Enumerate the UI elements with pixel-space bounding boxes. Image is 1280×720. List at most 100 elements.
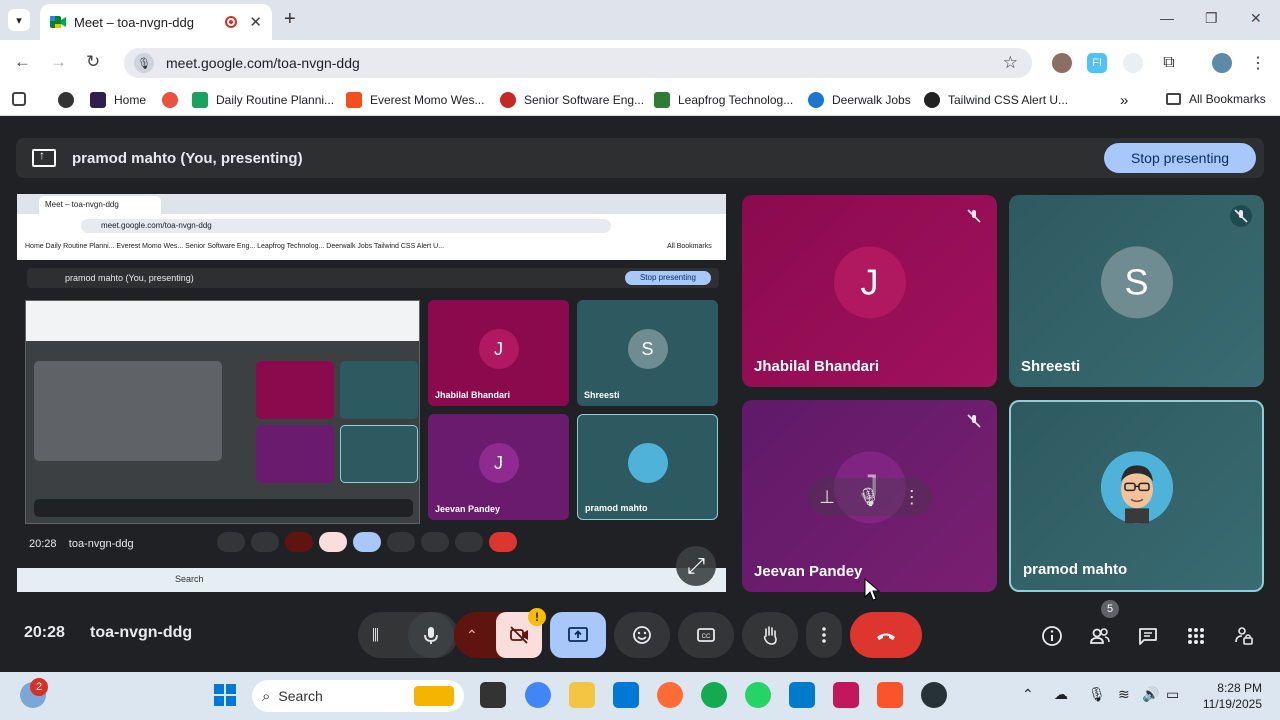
participant-tile-pramod[interactable]: pramod mahto [1009,400,1264,592]
audio-settings-icon[interactable]: ⫼ [372,627,379,644]
screen-recorder-icon[interactable] [833,682,859,708]
all-bookmarks-label: All Bookmarks [1189,92,1266,106]
shared-tile-pramod: pramod mahto [577,414,718,520]
bookmark-everest-momo[interactable]: Everest Momo Wes... [346,92,484,108]
host-controls-button[interactable] [1228,620,1260,652]
globe-icon[interactable] [58,92,82,108]
shared-tile-avatar: J [478,443,519,483]
present-screen-icon [568,627,588,642]
close-window-icon[interactable]: ✕ [1250,10,1262,27]
file-explorer-icon[interactable] [569,682,595,708]
audio-control-group: ⫼ [358,612,458,658]
bookmark-senior-software[interactable]: Senior Software Eng... [500,92,644,108]
apps-grid-icon [1188,628,1204,644]
outlook-icon[interactable] [613,682,639,708]
bookmark-star-icon[interactable]: ☆ [1003,53,1018,73]
bookmark-label: Home [114,93,147,107]
volume-icon[interactable]: 🔊 [1142,686,1159,703]
browser-tab-meet[interactable]: Meet – toa-nvgn-ddg ✕ [40,4,272,40]
participant-tile-shreesti[interactable]: S Shreesti [1009,195,1264,387]
taskbar-search-box[interactable]: ⌕ Search [252,680,464,712]
nested-shared-screen [34,361,222,461]
stop-presenting-button[interactable]: Stop presenting [1104,143,1256,173]
shared-stop-presenting: Stop presenting [625,271,711,285]
presenting-banner: pramod mahto (You, presenting) Stop pres… [16,138,1264,178]
shared-screen-preview: Meet – toa-nvgn-ddg meet.google.com/toa-… [17,194,726,592]
more-options-button[interactable] [806,612,842,658]
address-bar[interactable]: 🎙 meet.google.com/toa-nvgn-ddg ☆ [124,48,1032,78]
plus-box-icon [192,92,208,108]
restore-icon[interactable]: ❐ [1205,10,1218,27]
emoji-reactions-button[interactable] [614,612,670,658]
bookmark-label: Deerwalk Jobs [832,93,911,107]
captions-button[interactable]: CC [678,612,734,658]
site-info-icon[interactable]: 🎙 [134,53,154,73]
brave-icon[interactable] [877,682,903,708]
mute-participant-icon[interactable]: 🎙 [857,487,880,508]
extensions-puzzle-icon[interactable]: ⧉ [1159,53,1179,73]
chrome-icon[interactable] [525,682,551,708]
bookmark-deerwalk[interactable]: Deerwalk Jobs [808,92,911,108]
microphone-button[interactable] [408,612,454,658]
people-button[interactable] [1084,620,1116,652]
raise-hand-button[interactable] [742,612,798,658]
taskbar-clock[interactable]: 8:28 PM 11/19/2025 [1203,680,1262,712]
more-options-icon[interactable]: ⋮ [903,487,921,508]
bookmark-label: Leapfrog Technolog... [678,93,794,107]
microphone-tray-icon[interactable]: 🎙 [1088,686,1106,703]
minimize-icon[interactable]: — [1160,10,1174,26]
participant-name: pramod mahto [1023,561,1128,578]
bookmark-daily-routine-label[interactable]: Daily Routine Planni... [192,92,334,108]
reload-icon[interactable]: ↻ [86,52,100,72]
info-icon [1042,626,1062,646]
meet-control-bar: 20:28 toa-nvgn-ddg ⫼ ⌃ ! CC 5 [0,600,1280,672]
leave-call-button[interactable] [850,612,922,658]
extension-icon[interactable] [1123,53,1143,73]
expand-icon[interactable]: ⤢ [676,546,716,586]
task-view-icon[interactable] [480,682,506,708]
taskbar-search-label: Search [278,688,323,704]
github-desktop-icon[interactable] [921,682,947,708]
job-site-icon [500,92,516,108]
show-hidden-icons-chevron-icon[interactable]: ⌃ [1022,686,1034,703]
apps-grid-icon[interactable] [12,92,34,106]
chat-button[interactable] [1132,620,1164,652]
forward-icon[interactable]: → [50,52,67,72]
deerwalk-icon [808,92,824,108]
camera-settings-chevron-icon[interactable]: ⌃ [466,627,478,644]
present-now-button[interactable] [550,612,606,658]
bookmark-home[interactable]: Home [90,92,146,108]
bookmark-leapfrog[interactable]: Leapfrog Technolog... [654,92,793,108]
participant-tile-jeevan[interactable]: J ⊥ 🎙 ⋮ Jeevan Pandey [742,400,997,592]
mongodb-icon[interactable] [701,682,727,708]
browser-menu-icon[interactable]: ⋮ [1248,53,1268,73]
fi-extension-icon[interactable]: FI [1087,53,1107,73]
battery-icon[interactable]: ▭ [1166,686,1179,703]
new-tab-icon[interactable]: + [284,9,296,29]
postman-icon[interactable] [657,682,683,708]
windows-start-icon[interactable] [212,682,238,708]
all-bookmarks-folder[interactable]: All Bookmarks [1166,92,1266,106]
pin-icon[interactable]: ⊥ [819,487,835,508]
bookmark-tailwind[interactable]: Tailwind CSS Alert U... [924,92,1068,108]
nested-tile [256,425,334,483]
meeting-details-button[interactable] [1036,620,1068,652]
mic-off-icon [1230,205,1252,227]
activities-button[interactable] [1180,620,1212,652]
back-icon[interactable]: ← [14,52,31,72]
onedrive-cloud-icon[interactable]: ☁ [1054,686,1068,703]
nested-tile [340,361,418,419]
cookie-extension-icon[interactable] [1052,53,1072,73]
participant-name: Shreesti [1021,358,1081,375]
profile-avatar[interactable] [1212,53,1232,73]
bookmark-daily-routine[interactable] [162,92,194,108]
wifi-icon[interactable]: ≋ [1118,686,1130,703]
meeting-time: 20:28 [24,624,65,641]
meeting-code: toa-nvgn-ddg [90,624,193,641]
vscode-icon[interactable] [789,682,815,708]
tab-search-chevron-icon[interactable]: ▾ [8,9,30,31]
close-tab-icon[interactable]: ✕ [249,13,262,31]
more-bookmarks-chevron[interactable]: » [1120,92,1128,109]
whatsapp-icon[interactable] [745,682,771,708]
participant-tile-jhabilal[interactable]: J Jhabilal Bhandari [742,195,997,387]
